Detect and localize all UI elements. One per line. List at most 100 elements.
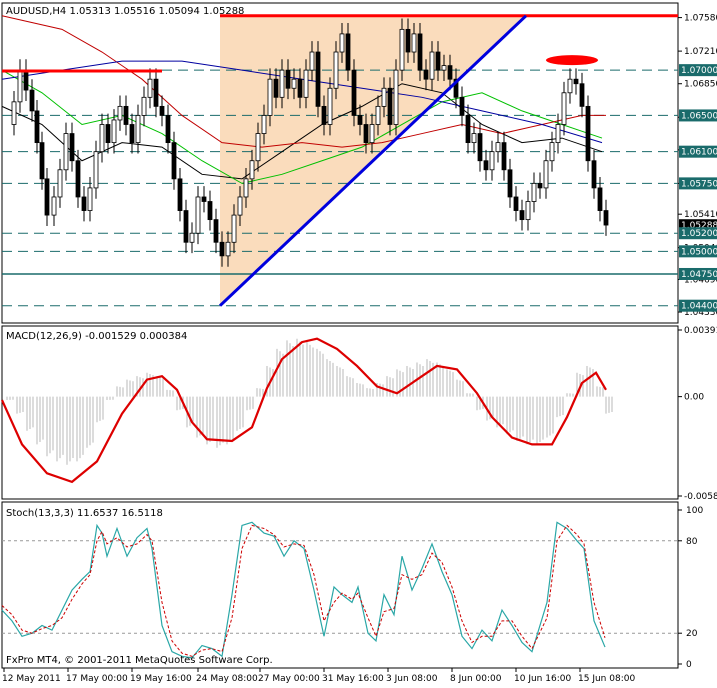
level-label-text: 1.06500 — [681, 111, 717, 121]
candle-body — [591, 160, 597, 189]
macd-pane-title: MACD(12,26,9) -0.001529 0.000384 — [6, 331, 187, 342]
candle-body — [99, 124, 105, 153]
candle-body — [29, 89, 35, 112]
candle-body — [537, 182, 543, 189]
candle-body — [525, 201, 531, 221]
candle-body — [339, 33, 345, 53]
candle-body — [153, 78, 159, 107]
candle-body — [249, 160, 255, 180]
candle-body — [597, 187, 603, 211]
candle-body — [213, 219, 219, 243]
candle-body — [315, 51, 321, 107]
candle-body — [465, 115, 471, 144]
candle-body — [261, 115, 267, 134]
candle-body — [219, 241, 225, 257]
candle-body — [93, 151, 99, 189]
candle-body — [393, 69, 399, 125]
price-tick-label: 1.07580 — [684, 14, 717, 24]
level-label-text: 1.04400 — [681, 302, 717, 312]
candle-body — [387, 87, 393, 125]
time-tick-label: 19 May 16:00 — [130, 674, 192, 684]
candle-body — [495, 142, 501, 153]
candle-body — [567, 78, 573, 94]
candle-body — [483, 160, 489, 171]
chart-window: 1.075801.072101.068501.064801.061201.057… — [0, 0, 717, 684]
candle-body — [44, 178, 50, 216]
candle-body — [603, 210, 609, 226]
candle-body — [543, 160, 549, 189]
stoch-pane — [1, 501, 679, 669]
candle-body — [585, 105, 591, 162]
candle-body — [147, 78, 153, 98]
candle-body — [297, 78, 303, 98]
candle-body — [513, 196, 519, 211]
candle-body — [459, 96, 465, 116]
candle-body — [411, 33, 417, 53]
candle-body — [17, 69, 23, 103]
candle-body — [405, 28, 411, 53]
candle-body — [435, 51, 441, 71]
candle-body — [303, 69, 309, 98]
candle-body — [231, 214, 237, 243]
candle-body — [555, 124, 561, 144]
time-tick-label: 31 May 16:00 — [322, 674, 384, 684]
candle-body — [141, 96, 147, 116]
candle-body — [135, 115, 141, 144]
candle-body — [237, 196, 243, 216]
candle-body — [549, 142, 555, 162]
candle-body — [87, 187, 93, 211]
candle-body — [267, 78, 273, 116]
chart-canvas: 1.075801.072101.068501.064801.061201.057… — [0, 2, 717, 684]
candle-body — [117, 105, 123, 121]
candle-body — [39, 142, 45, 180]
price-tick-label: 1.05410 — [684, 210, 717, 220]
macd-tick-label: 0.00 — [684, 393, 704, 403]
level-label-text: 1.07000 — [681, 66, 717, 76]
candle-body — [75, 160, 81, 198]
candle-body — [501, 142, 507, 171]
candle-body — [477, 133, 483, 162]
candle-body — [63, 133, 69, 171]
candle-body — [423, 69, 429, 80]
candle-body — [34, 110, 40, 144]
candle-body — [69, 133, 75, 162]
candle-body — [243, 178, 249, 198]
candle-body — [321, 105, 327, 125]
candle-body — [23, 69, 29, 91]
candle-body — [165, 115, 171, 144]
candle-body — [123, 105, 129, 125]
candle-body — [573, 78, 579, 85]
candle-body — [129, 124, 135, 144]
candle-body — [351, 69, 357, 116]
price-tick-label: 1.07210 — [684, 47, 717, 57]
level-label-text: 1.05000 — [681, 247, 717, 257]
candle-body — [579, 83, 585, 107]
candle-body — [201, 196, 207, 202]
candle-body — [57, 169, 63, 198]
macd-tick-label: -0.00583 — [684, 492, 717, 502]
time-tick-label: 15 Jun 08:00 — [578, 674, 635, 684]
highlight-ellipse — [546, 55, 598, 66]
candle-body — [447, 65, 453, 80]
time-tick-label: 24 May 08:00 — [196, 674, 258, 684]
macd-tick-label: 0.00391 — [684, 326, 717, 336]
time-tick-label: 27 May 00:00 — [258, 674, 320, 684]
candle-body — [441, 65, 447, 71]
stoch-pane-title: Stoch(13,3,3) 11.6537 16.5118 — [6, 508, 163, 519]
time-tick-label: 8 Jun 00:00 — [450, 674, 502, 684]
candle-body — [561, 92, 567, 125]
candle-body — [177, 178, 183, 211]
candle-body — [471, 133, 477, 144]
candle-body — [285, 69, 291, 89]
candle-body — [357, 115, 363, 125]
level-label-text: 1.04750 — [681, 270, 717, 280]
candle-body — [195, 196, 201, 234]
level-label-text: 1.05750 — [681, 179, 717, 189]
candle-body — [345, 33, 351, 71]
candle-body — [399, 28, 405, 71]
stoch-tick-label: 20 — [686, 629, 698, 639]
candle-body — [171, 142, 177, 180]
stoch-tick-label: 0 — [686, 660, 692, 670]
candle-body — [363, 124, 369, 144]
candle-body — [327, 87, 333, 125]
